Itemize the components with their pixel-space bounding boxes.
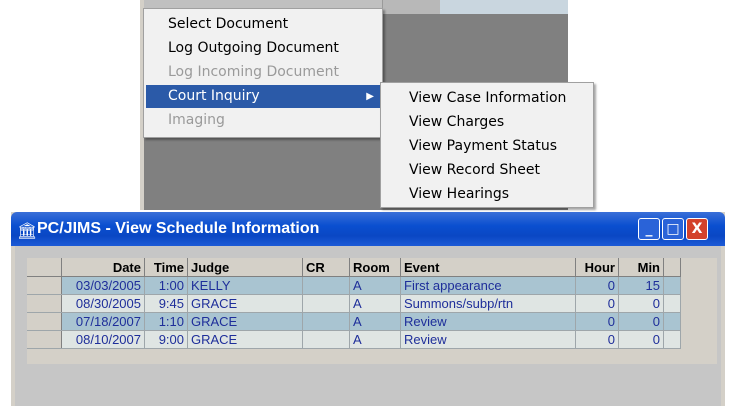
menu-item-select-document[interactable]: Select Document (146, 13, 380, 36)
menu-item-label: Court Inquiry (168, 88, 260, 104)
schedule-grid[interactable]: Date Time Judge CR Room Event Hour Min 0… (27, 258, 717, 364)
menu-item-view-hearings[interactable]: View Hearings (383, 183, 591, 206)
schedule-window: 🏛 PC/JIMS - View Schedule Information _ … (11, 212, 725, 406)
menu-item-label: Imaging (168, 112, 225, 128)
cell-room: A (349, 330, 401, 349)
cell-event: Summons/subp/rtn (400, 294, 576, 313)
column-header-event[interactable]: Event (400, 258, 576, 277)
menu-item-log-incoming-document: Log Incoming Document (146, 61, 380, 84)
menu-item-label: View Charges (409, 114, 505, 130)
menu-item-imaging: Imaging (146, 109, 380, 132)
menu-item-view-charges[interactable]: View Charges (383, 111, 591, 134)
cell-room: A (349, 276, 401, 295)
schedule-table: Date Time Judge CR Room Event Hour Min 0… (27, 258, 681, 349)
courthouse-icon: 🏛 (17, 221, 38, 240)
cell-judge: GRACE (187, 294, 303, 313)
menu-item-view-record-sheet[interactable]: View Record Sheet (383, 159, 591, 182)
cell-hour: 0 (575, 312, 619, 331)
table-row[interactable]: 08/10/2007 9:00 GRACE A Review 0 0 (27, 330, 681, 349)
table-row[interactable]: 07/18/2007 1:10 GRACE A Review 0 0 (27, 312, 681, 331)
menu-item-log-outgoing-document[interactable]: Log Outgoing Document (146, 37, 380, 60)
menu-item-label: View Payment Status (409, 138, 558, 154)
cell-filler (663, 330, 681, 349)
cell-filler (663, 276, 681, 295)
row-selector[interactable] (27, 312, 62, 331)
submenu-arrow-icon: ▶ (366, 91, 374, 102)
cell-event: Review (400, 330, 576, 349)
menu-item-view-payment-status[interactable]: View Payment Status (383, 135, 591, 158)
window-title-bar[interactable]: 🏛 PC/JIMS - View Schedule Information _ … (11, 212, 725, 246)
column-header-cr[interactable]: CR (302, 258, 350, 277)
cell-time: 1:00 (144, 276, 188, 295)
filler-header (663, 258, 681, 277)
cell-cr (302, 312, 350, 331)
table-header-row: Date Time Judge CR Room Event Hour Min (27, 258, 681, 277)
cell-event: Review (400, 312, 576, 331)
document-menu: Select Document Log Outgoing Document Lo… (143, 8, 383, 138)
cell-date: 03/03/2005 (61, 276, 145, 295)
minimize-button[interactable]: _ (638, 218, 660, 240)
cell-room: A (349, 312, 401, 331)
menu-item-label: View Case Information (409, 90, 567, 106)
column-header-date[interactable]: Date (61, 258, 145, 277)
cell-event: First appearance (400, 276, 576, 295)
cell-date: 07/18/2007 (61, 312, 145, 331)
column-header-time[interactable]: Time (144, 258, 188, 277)
cell-time: 9:00 (144, 330, 188, 349)
cell-time: 9:45 (144, 294, 188, 313)
cell-min: 15 (618, 276, 664, 295)
cell-min: 0 (618, 330, 664, 349)
row-selector[interactable] (27, 330, 62, 349)
window-title: PC/JIMS - View Schedule Information (37, 220, 320, 237)
cell-date: 08/10/2007 (61, 330, 145, 349)
cell-date: 08/30/2005 (61, 294, 145, 313)
cell-cr (302, 276, 350, 295)
menu-item-court-inquiry[interactable]: Court Inquiry ▶ (146, 85, 380, 108)
court-inquiry-submenu: View Case Information View Charges View … (380, 82, 594, 208)
menu-item-label: Select Document (168, 16, 289, 32)
cell-room: A (349, 294, 401, 313)
close-button[interactable]: X (686, 218, 708, 240)
table-row[interactable]: 03/03/2005 1:00 KELLY A First appearance… (27, 276, 681, 295)
menu-item-label: Log Incoming Document (168, 64, 339, 80)
row-selector[interactable] (27, 294, 62, 313)
background-strip-segment (440, 0, 568, 14)
cell-hour: 0 (575, 330, 619, 349)
column-header-room[interactable]: Room (349, 258, 401, 277)
cell-time: 1:10 (144, 312, 188, 331)
window-client-area: Date Time Judge CR Room Event Hour Min 0… (15, 246, 721, 406)
menu-item-label: View Record Sheet (409, 162, 540, 178)
cell-hour: 0 (575, 276, 619, 295)
menu-item-label: Log Outgoing Document (168, 40, 339, 56)
row-selector[interactable] (27, 276, 62, 295)
cell-judge: GRACE (187, 330, 303, 349)
row-selector-header (27, 258, 62, 277)
background-strip-segment (382, 0, 441, 14)
column-header-min[interactable]: Min (618, 258, 664, 277)
column-header-hour[interactable]: Hour (575, 258, 619, 277)
menu-item-label: View Hearings (409, 186, 510, 202)
cell-min: 0 (618, 294, 664, 313)
cell-filler (663, 294, 681, 313)
cell-filler (663, 312, 681, 331)
cell-hour: 0 (575, 294, 619, 313)
menu-item-view-case-information[interactable]: View Case Information (383, 87, 591, 110)
maximize-button[interactable]: □ (662, 218, 684, 240)
cell-min: 0 (618, 312, 664, 331)
cell-cr (302, 294, 350, 313)
cell-judge: KELLY (187, 276, 303, 295)
column-header-judge[interactable]: Judge (187, 258, 303, 277)
cell-judge: GRACE (187, 312, 303, 331)
cell-cr (302, 330, 350, 349)
table-row[interactable]: 08/30/2005 9:45 GRACE A Summons/subp/rtn… (27, 294, 681, 313)
